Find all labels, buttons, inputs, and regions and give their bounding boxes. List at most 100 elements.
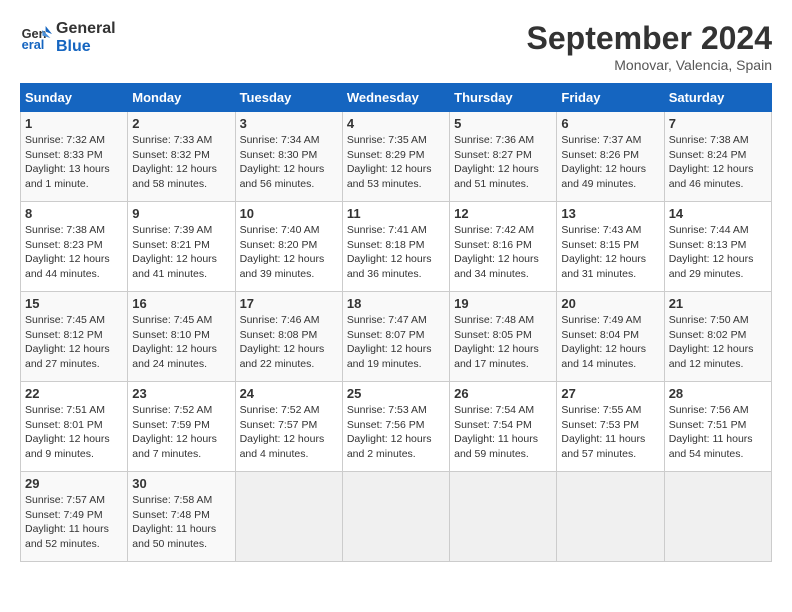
calendar-day-cell: 19 Sunrise: 7:48 AM Sunset: 8:05 PM Dayli… <box>450 292 557 382</box>
day-info: Sunrise: 7:33 AM Sunset: 8:32 PM Dayligh… <box>132 133 230 192</box>
calendar-day-cell: 6 Sunrise: 7:37 AM Sunset: 8:26 PM Daylig… <box>557 112 664 202</box>
calendar-day-cell: 14 Sunrise: 7:44 AM Sunset: 8:13 PM Dayli… <box>664 202 771 292</box>
day-number: 3 <box>240 116 338 131</box>
calendar-day-cell: 20 Sunrise: 7:49 AM Sunset: 8:04 PM Dayli… <box>557 292 664 382</box>
weekday-row: SundayMondayTuesdayWednesdayThursdayFrid… <box>21 84 772 112</box>
calendar-day-cell: 1 Sunrise: 7:32 AM Sunset: 8:33 PM Daylig… <box>21 112 128 202</box>
day-info: Sunrise: 7:56 AM Sunset: 7:51 PM Dayligh… <box>669 403 767 462</box>
calendar-week-row: 15 Sunrise: 7:45 AM Sunset: 8:12 PM Dayli… <box>21 292 772 382</box>
calendar-day-cell: 25Sunrise: 7:53 AM Sunset: 7:56 PM Dayli… <box>342 382 449 472</box>
calendar-day-cell <box>235 472 342 562</box>
day-number: 21 <box>669 296 767 311</box>
day-number: 16 <box>132 296 230 311</box>
day-number: 4 <box>347 116 445 131</box>
day-number: 6 <box>561 116 659 131</box>
day-number: 7 <box>669 116 767 131</box>
calendar-day-cell: 9 Sunrise: 7:39 AM Sunset: 8:21 PM Daylig… <box>128 202 235 292</box>
calendar-day-cell: 2Sunrise: 7:33 AM Sunset: 8:32 PM Daylig… <box>128 112 235 202</box>
day-info: Sunrise: 7:40 AM Sunset: 8:20 PM Dayligh… <box>240 223 338 282</box>
day-number: 30 <box>132 476 230 491</box>
day-number: 15 <box>25 296 123 311</box>
logo-text-line2: Blue <box>56 38 116 56</box>
calendar-day-cell: 11 Sunrise: 7:41 AM Sunset: 8:18 PM Dayli… <box>342 202 449 292</box>
day-info: Sunrise: 7:51 AM Sunset: 8:01 PM Dayligh… <box>25 403 123 462</box>
calendar-day-cell: 12 Sunrise: 7:42 AM Sunset: 8:16 PM Dayli… <box>450 202 557 292</box>
day-info: Sunrise: 7:50 AM Sunset: 8:02 PM Dayligh… <box>669 313 767 372</box>
day-number: 28 <box>669 386 767 401</box>
calendar-day-cell: 7Sunrise: 7:38 AM Sunset: 8:24 PM Daylig… <box>664 112 771 202</box>
day-info: Sunrise: 7:57 AM Sunset: 7:49 PM Dayligh… <box>25 493 123 552</box>
calendar-day-cell: 15 Sunrise: 7:45 AM Sunset: 8:12 PM Dayli… <box>21 292 128 382</box>
logo: Gen eral General Blue <box>20 20 116 56</box>
day-number: 18 <box>347 296 445 311</box>
weekday-header: Friday <box>557 84 664 112</box>
day-info: Sunrise: 7:45 AM Sunset: 8:12 PM Dayligh… <box>25 313 123 372</box>
day-number: 14 <box>669 206 767 221</box>
title-section: September 2024 Monovar, Valencia, Spain <box>527 20 772 73</box>
calendar-day-cell: 17 Sunrise: 7:46 AM Sunset: 8:08 PM Dayli… <box>235 292 342 382</box>
day-info: Sunrise: 7:58 AM Sunset: 7:48 PM Dayligh… <box>132 493 230 552</box>
page-header: Gen eral General Blue September 2024 Mon… <box>20 20 772 73</box>
day-info: Sunrise: 7:39 AM Sunset: 8:21 PM Dayligh… <box>132 223 230 282</box>
day-info: Sunrise: 7:38 AM Sunset: 8:23 PM Dayligh… <box>25 223 123 282</box>
logo-icon: Gen eral <box>20 22 52 54</box>
day-info: Sunrise: 7:43 AM Sunset: 8:15 PM Dayligh… <box>561 223 659 282</box>
svg-text:eral: eral <box>22 37 45 52</box>
weekday-header: Sunday <box>21 84 128 112</box>
day-info: Sunrise: 7:54 AM Sunset: 7:54 PM Dayligh… <box>454 403 552 462</box>
day-info: Sunrise: 7:49 AM Sunset: 8:04 PM Dayligh… <box>561 313 659 372</box>
day-number: 22 <box>25 386 123 401</box>
weekday-header: Tuesday <box>235 84 342 112</box>
calendar-day-cell: 24Sunrise: 7:52 AM Sunset: 7:57 PM Dayli… <box>235 382 342 472</box>
day-number: 26 <box>454 386 552 401</box>
calendar-week-row: 8 Sunrise: 7:38 AM Sunset: 8:23 PM Daylig… <box>21 202 772 292</box>
day-number: 9 <box>132 206 230 221</box>
day-info: Sunrise: 7:36 AM Sunset: 8:27 PM Dayligh… <box>454 133 552 192</box>
calendar-day-cell: 29 Sunrise: 7:57 AM Sunset: 7:49 PM Dayli… <box>21 472 128 562</box>
day-number: 24 <box>240 386 338 401</box>
day-number: 10 <box>240 206 338 221</box>
day-number: 8 <box>25 206 123 221</box>
day-number: 1 <box>25 116 123 131</box>
calendar-day-cell: 16 Sunrise: 7:45 AM Sunset: 8:10 PM Dayli… <box>128 292 235 382</box>
day-info: Sunrise: 7:47 AM Sunset: 8:07 PM Dayligh… <box>347 313 445 372</box>
day-info: Sunrise: 7:37 AM Sunset: 8:26 PM Dayligh… <box>561 133 659 192</box>
day-info: Sunrise: 7:32 AM Sunset: 8:33 PM Dayligh… <box>25 133 123 192</box>
day-number: 17 <box>240 296 338 311</box>
calendar-day-cell: 22 Sunrise: 7:51 AM Sunset: 8:01 PM Dayli… <box>21 382 128 472</box>
day-number: 11 <box>347 206 445 221</box>
day-info: Sunrise: 7:46 AM Sunset: 8:08 PM Dayligh… <box>240 313 338 372</box>
day-number: 13 <box>561 206 659 221</box>
calendar-day-cell: 8 Sunrise: 7:38 AM Sunset: 8:23 PM Daylig… <box>21 202 128 292</box>
location-subtitle: Monovar, Valencia, Spain <box>527 57 772 73</box>
calendar-day-cell: 26 Sunrise: 7:54 AM Sunset: 7:54 PM Dayli… <box>450 382 557 472</box>
calendar-day-cell: 23Sunrise: 7:52 AM Sunset: 7:59 PM Dayli… <box>128 382 235 472</box>
weekday-header: Saturday <box>664 84 771 112</box>
calendar-day-cell: 5 Sunrise: 7:36 AM Sunset: 8:27 PM Daylig… <box>450 112 557 202</box>
calendar-day-cell: 30 Sunrise: 7:58 AM Sunset: 7:48 PM Dayli… <box>128 472 235 562</box>
calendar-day-cell: 21 Sunrise: 7:50 AM Sunset: 8:02 PM Dayli… <box>664 292 771 382</box>
day-info: Sunrise: 7:42 AM Sunset: 8:16 PM Dayligh… <box>454 223 552 282</box>
calendar-week-row: 1 Sunrise: 7:32 AM Sunset: 8:33 PM Daylig… <box>21 112 772 202</box>
calendar-day-cell: 18 Sunrise: 7:47 AM Sunset: 8:07 PM Dayli… <box>342 292 449 382</box>
calendar-day-cell: 27Sunrise: 7:55 AM Sunset: 7:53 PM Dayli… <box>557 382 664 472</box>
day-number: 20 <box>561 296 659 311</box>
calendar-day-cell: 28 Sunrise: 7:56 AM Sunset: 7:51 PM Dayli… <box>664 382 771 472</box>
weekday-header: Monday <box>128 84 235 112</box>
calendar-day-cell: 10 Sunrise: 7:40 AM Sunset: 8:20 PM Dayli… <box>235 202 342 292</box>
day-info: Sunrise: 7:48 AM Sunset: 8:05 PM Dayligh… <box>454 313 552 372</box>
logo-text-line1: General <box>56 20 116 38</box>
day-info: Sunrise: 7:53 AM Sunset: 7:56 PM Dayligh… <box>347 403 445 462</box>
calendar-body: 1 Sunrise: 7:32 AM Sunset: 8:33 PM Daylig… <box>21 112 772 562</box>
day-info: Sunrise: 7:55 AM Sunset: 7:53 PM Dayligh… <box>561 403 659 462</box>
calendar-day-cell <box>342 472 449 562</box>
day-number: 19 <box>454 296 552 311</box>
day-number: 29 <box>25 476 123 491</box>
day-info: Sunrise: 7:45 AM Sunset: 8:10 PM Dayligh… <box>132 313 230 372</box>
day-number: 5 <box>454 116 552 131</box>
day-info: Sunrise: 7:41 AM Sunset: 8:18 PM Dayligh… <box>347 223 445 282</box>
day-number: 23 <box>132 386 230 401</box>
calendar-day-cell <box>557 472 664 562</box>
day-info: Sunrise: 7:44 AM Sunset: 8:13 PM Dayligh… <box>669 223 767 282</box>
day-number: 12 <box>454 206 552 221</box>
